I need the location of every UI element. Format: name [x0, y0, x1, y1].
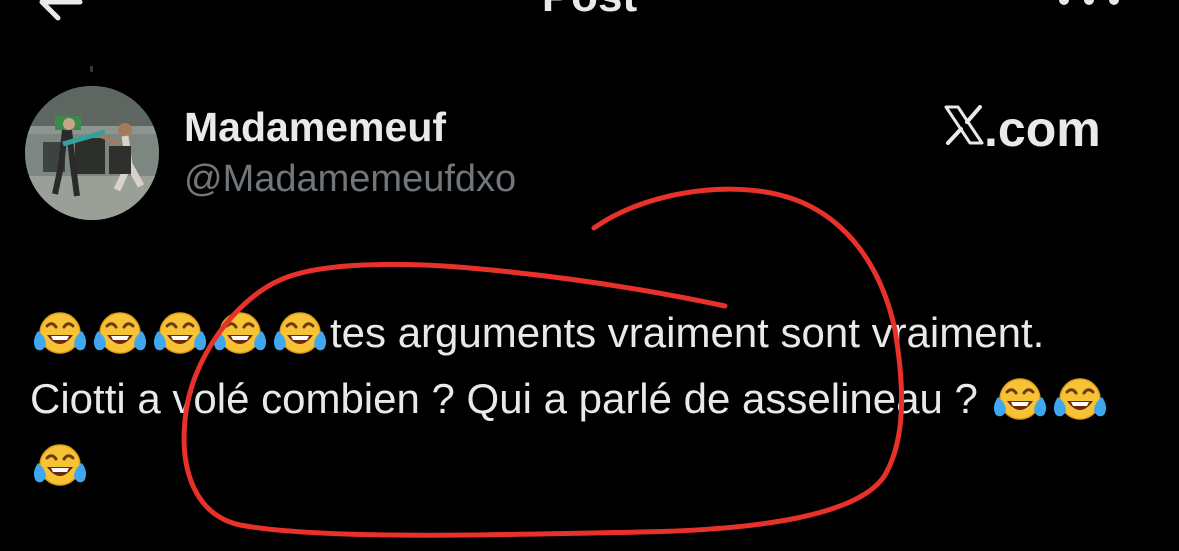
x-logo-icon [944, 105, 984, 145]
face-with-tears-of-joy-icon [33, 444, 87, 486]
face-with-tears-of-joy-icon [93, 312, 147, 354]
face-with-tears-of-joy-icon [153, 312, 207, 354]
x-com-watermark: .com [944, 100, 1101, 160]
more-horizontal-icon[interactable] [1054, 0, 1124, 8]
face-with-tears-of-joy-icon [213, 312, 267, 354]
page-title: Post [0, 0, 1179, 22]
avatar-image [25, 86, 159, 220]
divider-mark [90, 66, 93, 72]
avatar[interactable] [25, 86, 159, 220]
author-handle[interactable]: @Madamemeufdxo [184, 158, 516, 201]
face-with-tears-of-joy-icon [33, 312, 87, 354]
face-with-tears-of-joy-icon [273, 312, 327, 354]
author-display-name[interactable]: Madamemeuf [184, 104, 446, 151]
top-bar: Post [0, 0, 1179, 30]
face-with-tears-of-joy-icon [1053, 378, 1106, 420]
face-with-tears-of-joy-icon [993, 378, 1046, 420]
post-body: tes arguments vraiment sont vraiment. Ci… [30, 300, 1150, 498]
watermark-text: .com [984, 101, 1101, 157]
